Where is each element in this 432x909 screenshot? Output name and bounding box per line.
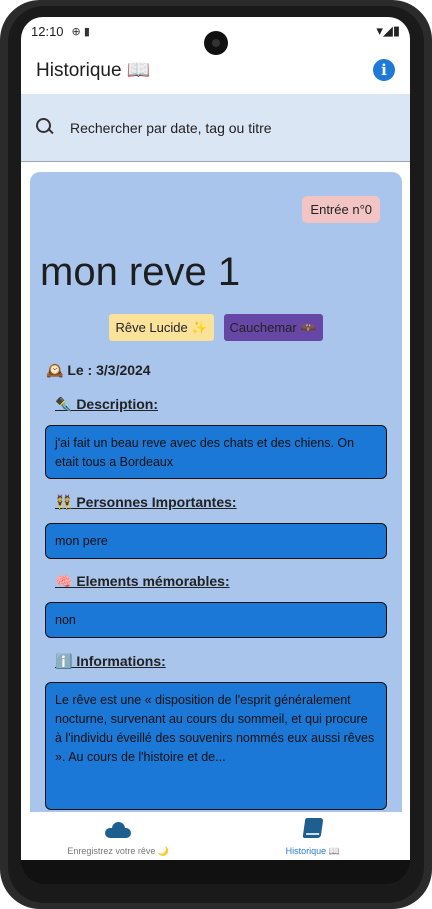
bottom-bezel — [21, 860, 410, 884]
search-input[interactable] — [70, 119, 370, 136]
nav-record-dream-label: Enregistrez votre rêve 🌙 — [67, 846, 170, 856]
entry-number-badge: Entrée n°0 — [302, 196, 380, 223]
nav-history[interactable]: Historique 📖 — [216, 812, 411, 860]
informations-field: Le rêve est une « disposition de l'espri… — [45, 682, 387, 810]
status-indicators: ⊕ ▮ — [71, 25, 90, 38]
screen: 12:10 ⊕ ▮ ▾◢▮ Historique 📖 i Entrée n°0 … — [21, 17, 410, 860]
description-label: ✒️ Description: — [55, 396, 158, 412]
cloud-icon — [105, 822, 132, 838]
status-time: 12:10 — [31, 23, 64, 39]
elements-field: non — [45, 602, 387, 638]
status-signal-icons: ▾◢▮ — [376, 23, 400, 38]
nav-record-dream[interactable]: Enregistrez votre rêve 🌙 — [21, 812, 216, 860]
tag-list: Rêve Lucide ✨ Cauchemar 🦇 — [30, 314, 402, 341]
tag-nightmare[interactable]: Cauchemar 🦇 — [223, 314, 323, 341]
info-icon[interactable]: i — [373, 59, 395, 81]
page-title: Historique 📖 — [36, 60, 151, 81]
book-icon — [302, 818, 324, 838]
search-icon[interactable] — [36, 117, 56, 138]
tag-lucid-dream[interactable]: Rêve Lucide ✨ — [109, 314, 214, 341]
app-bar: Historique 📖 i — [21, 47, 410, 93]
description-field: j'ai fait un beau reve avec des chats et… — [45, 425, 387, 479]
search-bar — [21, 94, 410, 162]
nav-history-label: Historique 📖 — [285, 846, 340, 856]
people-label: 👯 Personnes Importantes: — [55, 494, 237, 510]
dream-title: mon reve 1 — [40, 250, 241, 294]
entry-date: 🕰️ Le : 3/3/2024 — [46, 362, 151, 378]
dream-entry-card[interactable]: Entrée n°0 mon reve 1 Rêve Lucide ✨ Cauc… — [30, 172, 402, 852]
elements-label: 🧠 Elements mémorables: — [55, 573, 230, 589]
informations-label: ℹ️ Informations: — [55, 653, 166, 669]
bottom-navigation: Enregistrez votre rêve 🌙 Historique 📖 — [21, 812, 410, 860]
people-field: mon pere — [45, 523, 387, 559]
